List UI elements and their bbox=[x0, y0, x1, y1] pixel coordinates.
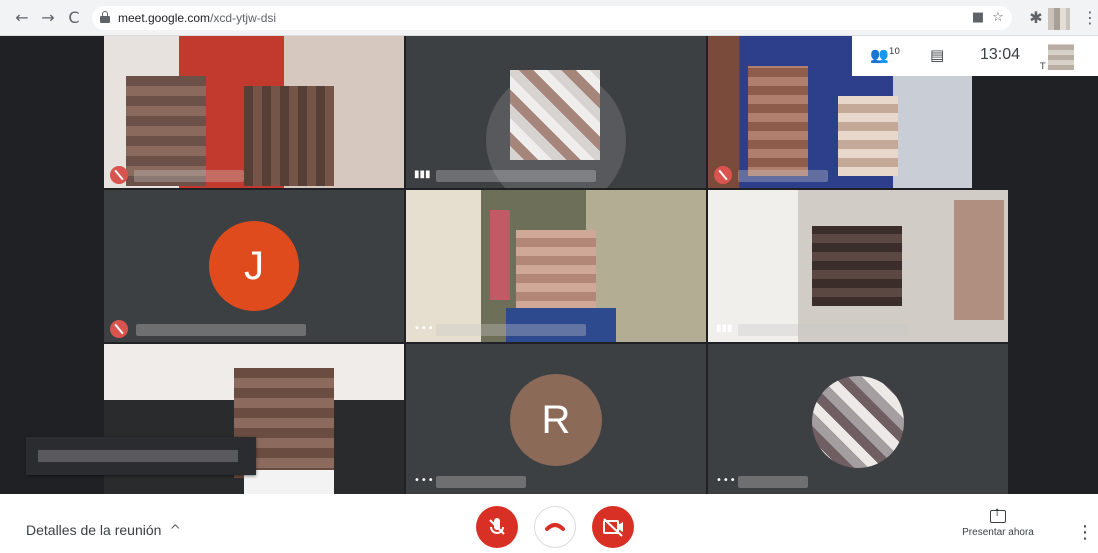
chevron-up-icon: ^ bbox=[169, 523, 182, 539]
speaking-icon: ▮▮▮ bbox=[414, 169, 431, 180]
camera-off-icon bbox=[603, 518, 623, 537]
participant-tile[interactable]: ••• bbox=[708, 344, 1008, 494]
meeting-grid: ▮▮▮ J ••• ▮▮▮ R ••• ••• bbox=[0, 36, 1098, 494]
leave-call-button[interactable] bbox=[534, 506, 576, 548]
browser-menu-icon[interactable]: ⋮ bbox=[1082, 9, 1098, 27]
participant-name-redacted bbox=[738, 476, 808, 488]
participant-tile[interactable]: R ••• bbox=[406, 344, 706, 494]
speaking-icon: ▮▮▮ bbox=[716, 323, 733, 334]
participant-count: 10 bbox=[888, 47, 901, 57]
microphone-toggle-button[interactable] bbox=[476, 506, 518, 548]
participant-name-redacted bbox=[738, 324, 908, 336]
hang-up-icon bbox=[545, 523, 565, 531]
star-icon[interactable]: ☆ bbox=[990, 10, 1006, 26]
more-options-icon[interactable]: ⋮ bbox=[1076, 522, 1094, 543]
participant-name-redacted bbox=[738, 170, 828, 182]
more-options-icon[interactable]: ••• bbox=[414, 475, 435, 486]
extensions-icon[interactable]: ✱ bbox=[1026, 8, 1046, 28]
avatar: J bbox=[209, 221, 299, 311]
muted-icon bbox=[110, 166, 128, 184]
profile-avatar[interactable] bbox=[1048, 8, 1070, 30]
camera-toggle-button[interactable] bbox=[592, 506, 634, 548]
participant-name-redacted bbox=[134, 170, 244, 182]
meeting-clock: 13:04 bbox=[980, 46, 1021, 63]
present-now-label: Presentar ahora bbox=[962, 527, 1034, 538]
present-screen-icon bbox=[990, 508, 1006, 523]
participant-name-redacted bbox=[436, 170, 596, 182]
meeting-details-button[interactable]: Detalles de la reunión ^ bbox=[26, 522, 181, 539]
participants-icon[interactable]: 👥10 bbox=[870, 46, 900, 64]
back-icon[interactable]: ← bbox=[12, 8, 32, 28]
participant-tile[interactable]: ▮▮▮ bbox=[708, 190, 1008, 342]
avatar: R bbox=[510, 374, 602, 466]
reload-icon[interactable]: C bbox=[64, 8, 84, 28]
forward-icon[interactable]: → bbox=[38, 8, 58, 28]
url-text: meet.google.com/xcd-ytjw-dsi bbox=[118, 11, 277, 25]
muted-icon bbox=[110, 320, 128, 338]
participant-name-redacted bbox=[136, 324, 306, 336]
chat-icon[interactable]: ▤ bbox=[930, 46, 944, 64]
muted-icon bbox=[714, 166, 732, 184]
more-options-icon[interactable]: ••• bbox=[716, 475, 737, 486]
participant-tile[interactable]: ••• bbox=[406, 190, 706, 342]
meeting-details-label: Detalles de la reunión bbox=[26, 522, 162, 538]
user-initial: T bbox=[1040, 62, 1046, 72]
more-options-icon[interactable]: ••• bbox=[414, 323, 435, 334]
address-bar[interactable]: meet.google.com/xcd-ytjw-dsi ■ ☆ bbox=[92, 6, 1012, 30]
meeting-info-bar: 👥10 ▤ 13:04 T bbox=[852, 36, 1098, 76]
participant-name-redacted bbox=[436, 324, 586, 336]
meeting-controls: Detalles de la reunión^ Presentar ahora … bbox=[0, 494, 1098, 550]
participant-tile[interactable]: J bbox=[104, 190, 404, 342]
participant-tile[interactable]: ▮▮▮ bbox=[406, 36, 706, 188]
user-avatar[interactable] bbox=[1048, 44, 1074, 70]
participant-tile[interactable] bbox=[104, 36, 404, 188]
mic-off-icon bbox=[489, 518, 505, 535]
notification-toast bbox=[26, 437, 256, 475]
lock-icon bbox=[100, 11, 110, 23]
browser-toolbar: ← → C meet.google.com/xcd-ytjw-dsi ■ ☆ ✱… bbox=[0, 0, 1098, 36]
participant-name-redacted bbox=[436, 476, 526, 488]
camera-blocked-icon[interactable]: ■ bbox=[970, 10, 986, 26]
present-now-button[interactable]: Presentar ahora bbox=[952, 508, 1044, 538]
